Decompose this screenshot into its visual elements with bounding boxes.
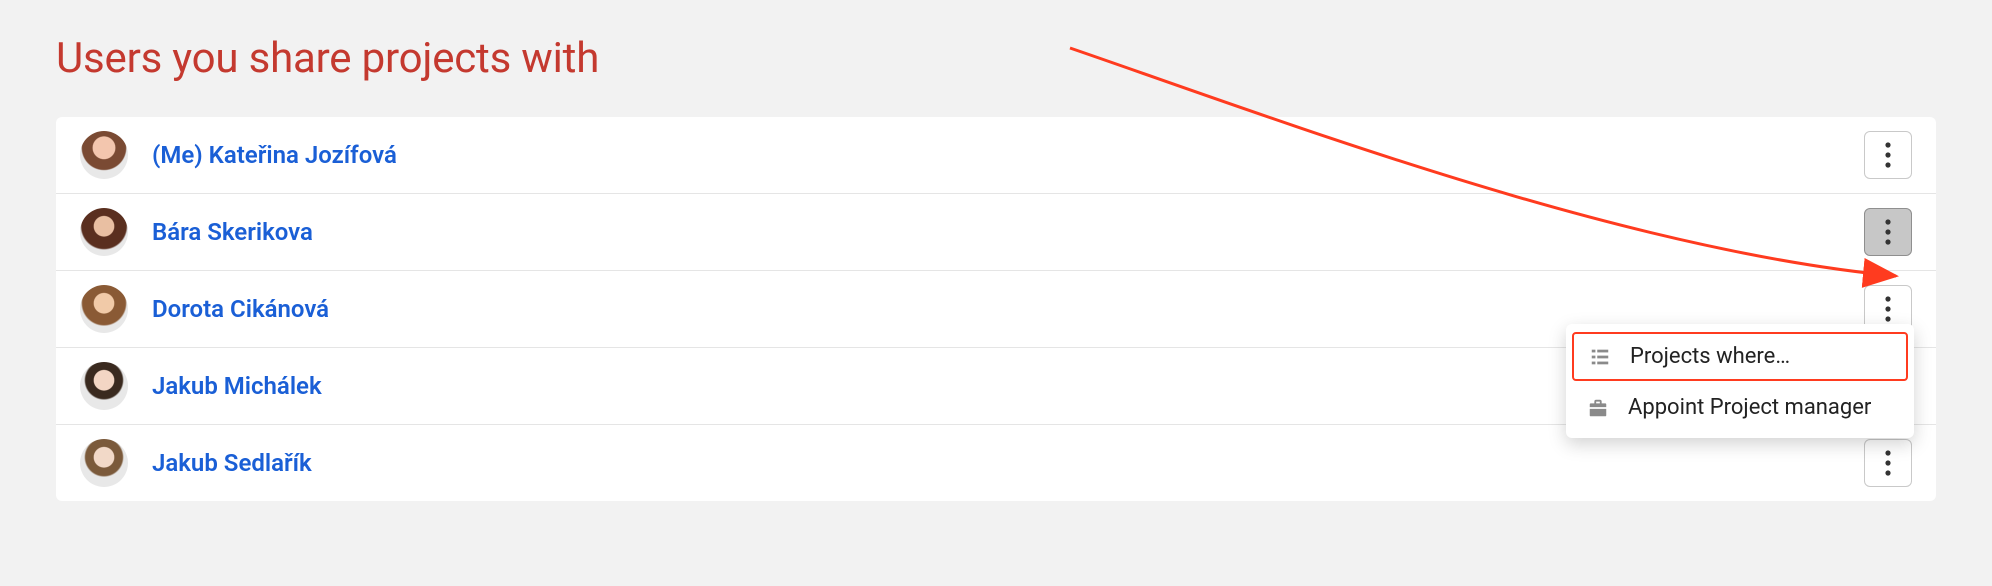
dropdown-item-label: Appoint Project manager: [1628, 395, 1871, 420]
more-vertical-icon: [1885, 296, 1891, 322]
avatar: [80, 208, 128, 256]
page-title: Users you share projects with: [56, 34, 1936, 83]
user-name-link[interactable]: Jakub Sedlařík: [152, 449, 312, 477]
dropdown-item-appoint-pm[interactable]: Appoint Project manager: [1566, 383, 1914, 432]
user-name-link[interactable]: Bára Skerikova: [152, 218, 313, 246]
avatar: [80, 285, 128, 333]
row-actions-dropdown: Projects where… Appoint Project manager: [1566, 324, 1914, 438]
user-name-text: Dorota Cikánová: [152, 295, 329, 323]
user-name-text: Jakub Michálek: [152, 372, 322, 400]
more-vertical-icon: [1885, 219, 1891, 245]
me-prefix: (Me): [152, 141, 209, 169]
user-name-text: Jakub Sedlařík: [152, 449, 312, 477]
user-name-link[interactable]: Dorota Cikánová: [152, 295, 329, 323]
dropdown-item-projects-where[interactable]: Projects where…: [1572, 332, 1908, 381]
user-name-text: Bára Skerikova: [152, 218, 313, 246]
user-list: (Me) Kateřina Jozífová Bára Skerikova Do…: [56, 117, 1936, 501]
user-name-text: Kateřina Jozífová: [209, 141, 397, 169]
more-vertical-icon: [1885, 142, 1891, 168]
user-name-link[interactable]: (Me) Kateřina Jozífová: [152, 141, 397, 169]
avatar: [80, 131, 128, 179]
dropdown-item-label: Projects where…: [1630, 344, 1790, 369]
more-vertical-icon: [1885, 450, 1891, 476]
more-button[interactable]: [1864, 208, 1912, 256]
briefcase-icon: [1586, 396, 1610, 420]
user-row: (Me) Kateřina Jozífová: [56, 117, 1936, 194]
avatar: [80, 439, 128, 487]
more-button[interactable]: [1864, 131, 1912, 179]
avatar: [80, 362, 128, 410]
list-icon: [1588, 345, 1612, 369]
user-row: Bára Skerikova: [56, 194, 1936, 271]
more-button[interactable]: [1864, 439, 1912, 487]
user-name-link[interactable]: Jakub Michálek: [152, 372, 322, 400]
